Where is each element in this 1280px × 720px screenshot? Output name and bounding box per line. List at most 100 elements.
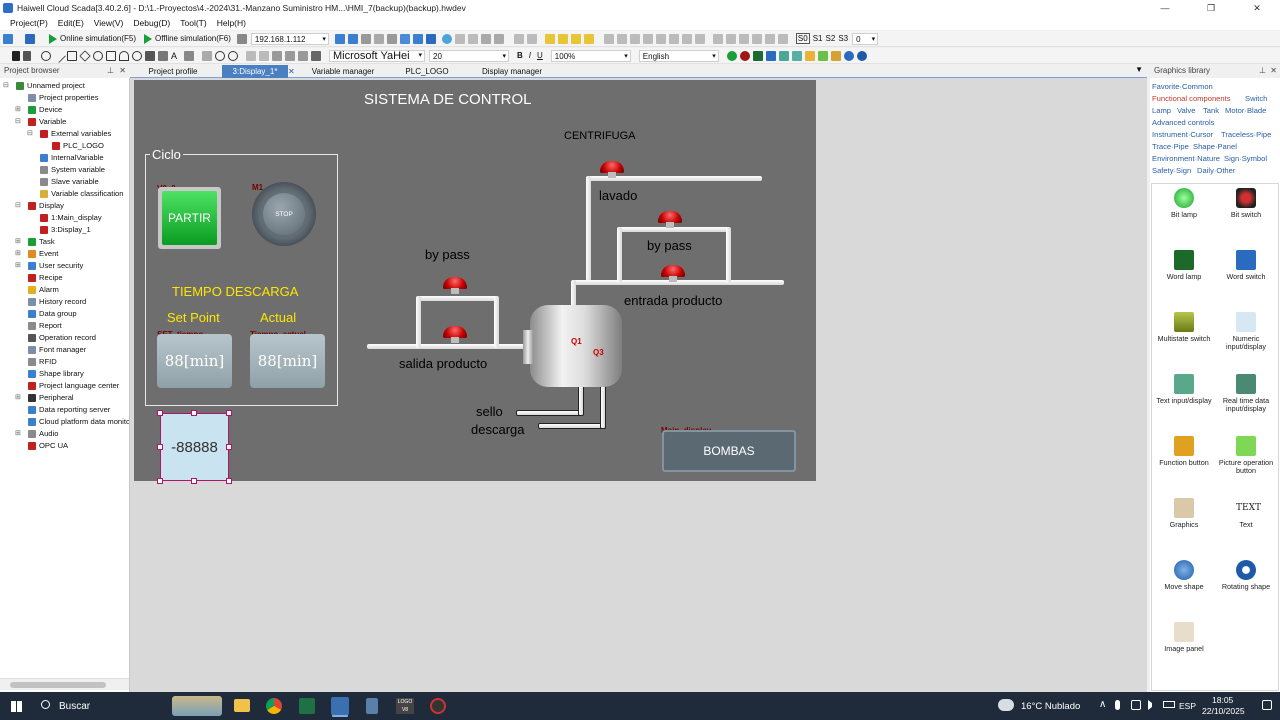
graphics-item[interactable]: Real time data input/display — [1215, 374, 1277, 413]
search-icon[interactable] — [41, 700, 50, 709]
state-s0-button[interactable]: S0 — [795, 33, 810, 44]
tab-close-icon[interactable]: ✕ — [288, 65, 295, 78]
tree-item[interactable]: Project properties — [28, 93, 99, 102]
folder-icon[interactable] — [804, 50, 815, 61]
valve-salida[interactable] — [442, 326, 468, 343]
windows-start-icon[interactable] — [11, 701, 22, 712]
state-spin[interactable]: 0 — [852, 32, 879, 45]
scada-app-icon[interactable] — [331, 697, 349, 715]
arc-tool-icon[interactable] — [119, 50, 129, 61]
rect-tool-icon[interactable] — [67, 50, 77, 61]
menu-edit[interactable]: Edit(E) — [58, 18, 84, 28]
panel-teal2-icon[interactable] — [791, 50, 802, 61]
menu-view[interactable]: View(V) — [94, 18, 124, 28]
align-center-icon[interactable] — [655, 33, 666, 44]
tree-item[interactable]: OPC UA — [28, 441, 68, 450]
graphics-item[interactable]: Picture operation button — [1215, 436, 1277, 475]
tree-item[interactable]: InternalVariable — [40, 153, 104, 162]
tree-item[interactable]: Audio — [28, 429, 58, 438]
monitor-icon[interactable] — [425, 33, 436, 44]
circle-tool-icon[interactable] — [41, 50, 51, 61]
pipe-bypass-left-top[interactable] — [418, 296, 497, 301]
tree-expander[interactable]: ⊞ — [15, 249, 21, 257]
menu-debug[interactable]: Debug(D) — [133, 18, 170, 28]
cat-switch[interactable]: Switch — [1245, 94, 1267, 103]
polygon-tool-icon[interactable] — [106, 50, 116, 61]
state-s2-button[interactable]: S2 — [826, 34, 836, 43]
tab-variable-manager[interactable]: Variable manager — [306, 65, 380, 78]
group-icon[interactable] — [513, 33, 524, 44]
tree-item[interactable]: Display — [28, 201, 64, 210]
distribute-h-icon[interactable] — [681, 33, 692, 44]
tree-item[interactable]: Unnamed project — [16, 81, 85, 90]
tree-item[interactable]: Variable — [28, 117, 66, 126]
taskbar-search[interactable]: Buscar — [59, 701, 90, 712]
tree-item[interactable]: Alarm — [28, 285, 59, 294]
tree-item[interactable]: System variable — [40, 165, 105, 174]
bring-front-icon[interactable] — [544, 33, 555, 44]
cat-safety[interactable]: Safety·Sign — [1152, 166, 1191, 175]
lamp-green-icon[interactable] — [817, 50, 828, 61]
tab-display-manager[interactable]: Display manager — [478, 65, 546, 78]
upload-icon[interactable] — [347, 33, 358, 44]
minimize-button[interactable]: — — [1142, 0, 1188, 16]
pipe-riser-main[interactable] — [586, 176, 591, 281]
graphics-item[interactable]: Function button — [1153, 436, 1215, 467]
lock-icon[interactable] — [236, 33, 247, 44]
state-s1-button[interactable]: S1 — [813, 34, 823, 43]
text-color-icon[interactable] — [311, 50, 321, 61]
cut-icon[interactable] — [360, 33, 371, 44]
ungroup-icon[interactable] — [526, 33, 537, 44]
offline-play-icon[interactable] — [144, 33, 153, 44]
tab-project-profile[interactable]: Project profile — [134, 65, 212, 78]
graphics-item[interactable]: Text input/display — [1153, 374, 1215, 405]
pipe-bypass-left-l[interactable] — [416, 296, 421, 348]
centrifuge-tank[interactable] — [530, 305, 622, 387]
ip-combo[interactable]: 192.168.1.112 — [250, 32, 329, 45]
hand-icon[interactable] — [202, 50, 212, 61]
pipe-salida[interactable] — [367, 344, 532, 349]
font-size-combo[interactable]: 20 — [429, 49, 509, 62]
distribute-v-icon[interactable] — [694, 33, 705, 44]
pen-tool-icon[interactable] — [145, 50, 155, 61]
tree-item[interactable]: Variable classification — [40, 189, 123, 198]
tree-item[interactable]: Event — [28, 249, 58, 258]
cat-daily[interactable]: Daily·Other — [1197, 166, 1235, 175]
online-simulation-button[interactable]: Online simulation(F5) — [60, 34, 136, 43]
menu-project[interactable]: Project(P) — [10, 18, 48, 28]
excel-icon[interactable] — [299, 698, 315, 714]
tree-expander[interactable]: ⊟ — [15, 117, 21, 125]
clock-time[interactable]: 18:05 — [1212, 695, 1233, 705]
tree-expander[interactable]: ⊞ — [15, 261, 21, 269]
line-color-icon[interactable] — [259, 50, 269, 61]
cat-sign[interactable]: Sign·Symbol — [1224, 154, 1267, 163]
text-tool-icon[interactable]: A — [171, 51, 181, 61]
line-style-icon[interactable] — [285, 50, 295, 61]
underline-button[interactable]: U — [537, 51, 543, 60]
graphics-item[interactable]: Graphics — [1153, 498, 1215, 529]
menu-help[interactable]: Help(H) — [217, 18, 246, 28]
tree-item[interactable]: User security — [28, 261, 83, 270]
ellipse-tool-icon[interactable] — [93, 50, 103, 61]
line-width-icon[interactable] — [272, 50, 282, 61]
arrow-style-icon[interactable] — [298, 50, 308, 61]
cat-functional[interactable]: Functional components — [1152, 94, 1231, 103]
tree-expander[interactable]: ⊟ — [3, 81, 9, 89]
cat-trace[interactable]: Trace·Pipe — [1152, 142, 1189, 151]
clock-date[interactable]: 22/10/2025 — [1202, 706, 1245, 716]
bezier-tool-icon[interactable] — [184, 50, 194, 61]
same-width-icon[interactable] — [712, 33, 723, 44]
tree-item[interactable]: Peripheral — [28, 393, 74, 402]
tree-item[interactable]: PLC_LOGO — [52, 141, 104, 150]
font-combo[interactable]: Microsoft YaHei — [329, 49, 425, 62]
align-right-icon[interactable] — [616, 33, 627, 44]
paste-icon[interactable] — [386, 33, 397, 44]
send-back-icon[interactable] — [557, 33, 568, 44]
tree-item[interactable]: Cloud platform data monito — [28, 417, 129, 426]
diamond-tool-icon[interactable] — [79, 49, 91, 62]
graphics-item[interactable]: Word lamp — [1153, 250, 1215, 281]
duplicate-icon[interactable] — [480, 33, 491, 44]
weather-text[interactable]: 16°C Nublado — [1021, 701, 1080, 712]
tree-item[interactable]: 3:Display_1 — [40, 225, 91, 234]
cat-shape[interactable]: Shape·Panel — [1193, 142, 1237, 151]
